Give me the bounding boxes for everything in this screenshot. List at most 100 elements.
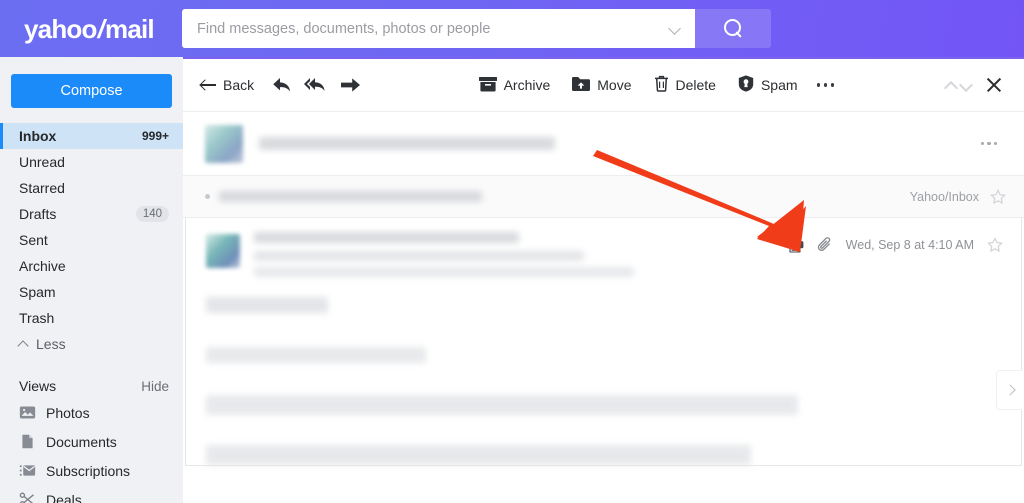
arrow-left-icon bbox=[201, 79, 216, 91]
forward-arrow-icon bbox=[340, 77, 361, 93]
sidebar: Compose Inbox 999+ Unread Starred Drafts… bbox=[0, 57, 183, 503]
dot bbox=[830, 83, 835, 87]
sidebar-item-label: Unread bbox=[19, 154, 65, 170]
star-icon[interactable] bbox=[987, 236, 1003, 253]
less-label: Less bbox=[36, 336, 66, 352]
search-submit-button[interactable] bbox=[695, 9, 771, 48]
message-toolbar: Back Archive Move Delete Spam bbox=[183, 59, 1024, 112]
folder-list: Inbox 999+ Unread Starred Drafts 140 Sen… bbox=[0, 123, 183, 331]
sidebar-item-label: Deals bbox=[46, 491, 82, 503]
sidebar-item-sent[interactable]: Sent bbox=[0, 227, 183, 253]
unread-dot-icon bbox=[205, 194, 210, 199]
spam-label: Spam bbox=[760, 77, 798, 93]
archive-label: Archive bbox=[503, 77, 551, 93]
drafts-count-badge: 140 bbox=[135, 206, 169, 222]
sidebar-item-archive[interactable]: Archive bbox=[0, 253, 183, 279]
sidebar-item-label: Photos bbox=[46, 404, 90, 421]
message-sender-redacted bbox=[254, 232, 786, 277]
next-message-button[interactable] bbox=[958, 78, 973, 93]
sidebar-item-trash[interactable]: Trash bbox=[0, 305, 183, 331]
search-input[interactable]: Find messages, documents, photos or peop… bbox=[182, 9, 695, 48]
search-bar: Find messages, documents, photos or peop… bbox=[182, 9, 771, 48]
search-placeholder: Find messages, documents, photos or peop… bbox=[197, 20, 491, 37]
sidebar-item-label: Inbox bbox=[19, 128, 57, 144]
sidebar-item-label: Sent bbox=[19, 232, 48, 248]
spam-button[interactable]: Spam bbox=[727, 68, 809, 102]
conversation-more-options-button[interactable] bbox=[972, 127, 1006, 161]
dot bbox=[980, 141, 984, 146]
avatar bbox=[206, 234, 240, 268]
document-icon bbox=[19, 433, 36, 450]
chevron-up-icon bbox=[19, 339, 29, 349]
dot bbox=[823, 83, 828, 87]
subscriptions-icon bbox=[19, 462, 36, 479]
message-actions: Wed, Sep 8 at 4:10 AM bbox=[786, 232, 1003, 253]
sidebar-item-deals[interactable]: Deals bbox=[0, 485, 183, 503]
subject-redacted bbox=[219, 191, 910, 202]
compose-button[interactable]: Compose bbox=[11, 74, 172, 108]
folder-tag: Yahoo/Inbox bbox=[909, 189, 979, 204]
sidebar-item-label: Starred bbox=[19, 180, 65, 196]
logo-slash: / bbox=[97, 13, 105, 44]
yahoo-mail-logo[interactable]: yahoo / mail bbox=[24, 16, 159, 42]
back-button[interactable]: Back bbox=[196, 68, 265, 102]
sidebar-item-label: Trash bbox=[19, 310, 55, 326]
conversation-summary-row[interactable] bbox=[183, 112, 1024, 176]
message-body-redacted bbox=[186, 289, 1021, 465]
sidebar-item-label: Documents bbox=[46, 433, 117, 450]
previous-message-button[interactable] bbox=[943, 78, 958, 93]
sidebar-less-toggle[interactable]: Less bbox=[0, 331, 183, 357]
spam-shield-icon bbox=[738, 75, 754, 95]
sidebar-item-starred[interactable]: Starred bbox=[0, 175, 183, 201]
views-title: Views bbox=[19, 378, 57, 394]
print-icon[interactable] bbox=[786, 236, 804, 253]
sidebar-item-photos[interactable]: Photos bbox=[0, 398, 183, 427]
reply-button[interactable] bbox=[265, 68, 299, 102]
avatar bbox=[205, 124, 243, 163]
forward-button[interactable] bbox=[333, 68, 367, 102]
delete-button[interactable]: Delete bbox=[643, 68, 727, 102]
delete-label: Delete bbox=[675, 77, 716, 93]
archive-button[interactable]: Archive bbox=[468, 68, 562, 102]
sidebar-item-unread[interactable]: Unread bbox=[0, 149, 183, 175]
dot bbox=[994, 141, 998, 146]
message-container: Wed, Sep 8 at 4:10 AM bbox=[185, 218, 1022, 466]
deals-scissors-icon bbox=[19, 491, 36, 503]
close-icon[interactable] bbox=[977, 68, 1011, 102]
sidebar-item-drafts[interactable]: Drafts 140 bbox=[0, 201, 183, 227]
sidebar-item-inbox[interactable]: Inbox 999+ bbox=[0, 123, 183, 149]
logo-text-mail: mail bbox=[105, 13, 155, 44]
reading-pane: Back Archive Move Delete Spam Yahoo/Inbo… bbox=[183, 57, 1024, 503]
sidebar-item-documents[interactable]: Documents bbox=[0, 427, 183, 456]
views-hide-button[interactable]: Hide bbox=[141, 379, 169, 394]
reply-all-arrow-icon bbox=[304, 76, 328, 94]
yahoo-mail-app: yahoo / mail Find messages, documents, pho… bbox=[0, 0, 1024, 503]
paperclip-icon[interactable] bbox=[817, 236, 833, 253]
sidebar-item-subscriptions[interactable]: Subscriptions bbox=[0, 456, 183, 485]
message-header: Wed, Sep 8 at 4:10 AM bbox=[186, 218, 1021, 289]
move-button[interactable]: Move bbox=[561, 68, 642, 102]
next-message-arrow-button[interactable] bbox=[996, 370, 1022, 410]
reply-arrow-icon bbox=[272, 76, 292, 94]
chevron-down-icon[interactable] bbox=[667, 21, 683, 37]
views-section-header: Views Hide bbox=[0, 374, 183, 398]
sidebar-item-label: Spam bbox=[19, 284, 56, 300]
sidebar-item-label: Subscriptions bbox=[46, 462, 131, 479]
move-folder-icon bbox=[572, 76, 591, 95]
trash-icon bbox=[654, 75, 669, 95]
inbox-count: 999+ bbox=[141, 129, 169, 143]
back-label: Back bbox=[223, 77, 255, 93]
dot bbox=[987, 141, 991, 146]
subject-row[interactable]: Yahoo/Inbox bbox=[183, 176, 1024, 218]
reply-all-button[interactable] bbox=[299, 68, 333, 102]
toolbar-more-options-button[interactable] bbox=[809, 68, 843, 102]
logo-text-yahoo: yahoo bbox=[24, 13, 97, 44]
star-icon[interactable] bbox=[990, 188, 1006, 205]
search-icon bbox=[723, 19, 743, 38]
message-date: Wed, Sep 8 at 4:10 AM bbox=[845, 237, 974, 252]
dot bbox=[816, 83, 821, 87]
chevron-right-icon bbox=[1005, 386, 1014, 395]
sidebar-item-label: Drafts bbox=[19, 206, 57, 222]
sidebar-item-spam[interactable]: Spam bbox=[0, 279, 183, 305]
move-label: Move bbox=[597, 77, 632, 93]
